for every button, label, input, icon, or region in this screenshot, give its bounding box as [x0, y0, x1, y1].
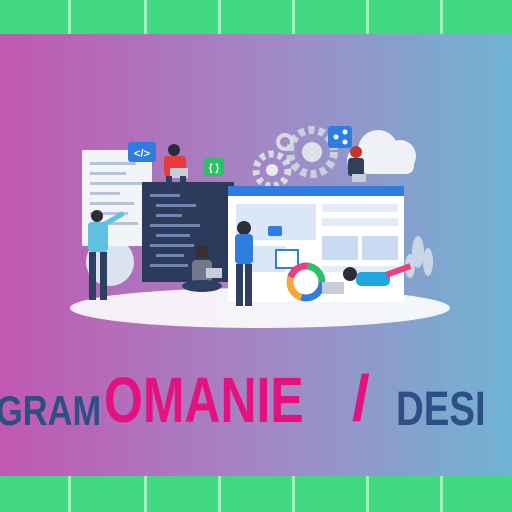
stripe-divider [68, 0, 71, 34]
web-development-illustration: </> { } [70, 126, 450, 328]
camera-icon [268, 226, 282, 236]
stripe-divider [440, 0, 443, 34]
plant-decoration [405, 236, 433, 278]
headline: GRAM OMANIE / DESI [0, 360, 512, 450]
image-tile [322, 236, 358, 260]
stripe-divider [366, 476, 369, 512]
stripe-divider [144, 476, 147, 512]
stripe-divider [366, 0, 369, 34]
stripe-divider [218, 0, 221, 34]
stripe-divider [218, 476, 221, 512]
braces-tag-label: { } [209, 163, 220, 174]
stripe-divider [292, 0, 295, 34]
headline-slash: / [352, 362, 370, 434]
code-tag-label: </> [134, 148, 150, 160]
image-icon [275, 249, 299, 269]
headline-part-omanie: OMANIE [104, 364, 304, 436]
bottom-green-stripe [0, 476, 512, 512]
stripe-divider [440, 476, 443, 512]
stripe-divider [292, 476, 295, 512]
window-titlebar [228, 186, 404, 196]
stripe-divider [68, 476, 71, 512]
image-tile [362, 236, 398, 260]
top-green-stripe [0, 0, 512, 34]
gear-icon [252, 126, 338, 190]
share-icon [328, 126, 352, 148]
person-with-laptop [164, 144, 188, 188]
headline-part-desi: DESI [396, 383, 486, 436]
headline-part-gram: GRAM [0, 387, 102, 434]
banner-image: </> { } GRAM OMANIE / DESI [0, 0, 512, 512]
stripe-divider [144, 0, 147, 34]
